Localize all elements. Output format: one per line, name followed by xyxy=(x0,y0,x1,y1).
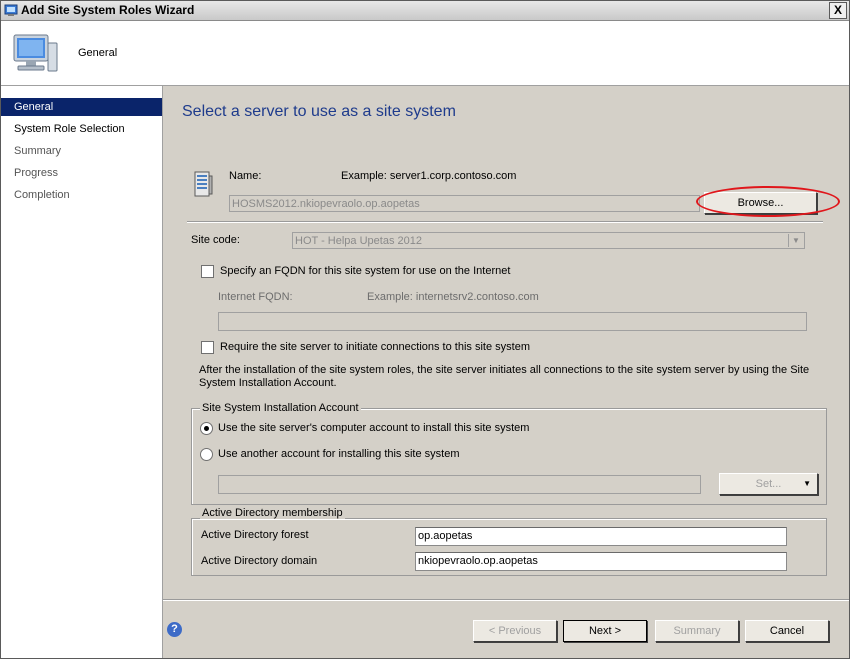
radio-computer-account[interactable] xyxy=(200,422,213,435)
account-field[interactable] xyxy=(218,475,701,494)
window-title: Add Site System Roles Wizard xyxy=(21,3,195,17)
header-title: General xyxy=(78,47,118,59)
wizard-step-nav: General System Role Selection Summary Pr… xyxy=(1,86,163,658)
wizard-app-icon xyxy=(4,4,18,16)
site-code-value: HOT - Helpa Upetas 2012 xyxy=(295,235,422,247)
fqdn-checkbox-label[interactable]: Specify an FQDN for this site system for… xyxy=(220,265,510,277)
server-icon xyxy=(194,171,213,197)
radio-computer-account-label[interactable]: Use the site server's computer account t… xyxy=(218,422,529,434)
nav-item-completion[interactable]: Completion xyxy=(1,186,162,204)
nav-item-summary[interactable]: Summary xyxy=(1,142,162,160)
wizard-window: Add Site System Roles Wizard X General G… xyxy=(0,0,850,659)
separator xyxy=(187,221,823,223)
footer-separator xyxy=(163,599,849,601)
nav-item-progress[interactable]: Progress xyxy=(1,164,162,182)
previous-button[interactable]: < Previous xyxy=(473,620,557,642)
title-bar[interactable]: Add Site System Roles Wizard X xyxy=(1,1,849,21)
help-icon[interactable]: ? xyxy=(167,622,182,637)
set-button-label: Set... xyxy=(755,478,782,490)
set-button[interactable]: Set... ▼ xyxy=(719,473,818,495)
wizard-content: Select a server to use as a site system … xyxy=(163,86,849,658)
radio-another-account[interactable] xyxy=(200,448,213,461)
internet-fqdn-field[interactable] xyxy=(218,312,807,331)
page-title: Select a server to use as a site system xyxy=(182,103,456,120)
site-code-label: Site code: xyxy=(191,234,240,246)
internet-fqdn-example: Example: internetsrv2.contoso.com xyxy=(367,291,539,303)
site-code-dropdown[interactable]: HOT - Helpa Upetas 2012 ▼ xyxy=(292,232,805,249)
chevron-down-icon: ▼ xyxy=(803,479,811,488)
internet-fqdn-label: Internet FQDN: xyxy=(218,291,293,303)
install-account-group-title: Site System Installation Account xyxy=(200,402,361,414)
server-name-field[interactable]: HOSMS2012.nkiopevraolo.op.aopetas xyxy=(229,195,700,212)
cancel-button[interactable]: Cancel xyxy=(745,620,829,642)
wizard-header: General xyxy=(1,21,849,86)
chevron-down-icon[interactable]: ▼ xyxy=(788,234,803,247)
ad-domain-label: Active Directory domain xyxy=(201,555,318,567)
ad-membership-group-title: Active Directory membership xyxy=(200,507,345,519)
nav-item-general[interactable]: General xyxy=(1,98,162,116)
close-button[interactable]: X xyxy=(829,2,847,19)
name-example: Example: server1.corp.contoso.com xyxy=(341,170,517,182)
radio-another-account-label[interactable]: Use another account for installing this … xyxy=(218,448,460,460)
summary-button[interactable]: Summary xyxy=(655,620,739,642)
require-connection-label[interactable]: Require the site server to initiate conn… xyxy=(220,341,530,353)
ad-forest-field[interactable]: op.aopetas xyxy=(415,527,787,546)
highlight-ellipse xyxy=(696,186,840,217)
name-label: Name: xyxy=(229,170,262,182)
next-button[interactable]: Next > xyxy=(563,620,647,642)
nav-item-system-role-selection[interactable]: System Role Selection xyxy=(1,120,162,138)
ad-domain-field[interactable]: nkiopevraolo.op.aopetas xyxy=(415,552,787,571)
require-connection-checkbox[interactable] xyxy=(201,341,214,354)
fqdn-checkbox[interactable] xyxy=(201,265,214,278)
info-text: After the installation of the site syste… xyxy=(199,364,810,389)
ad-forest-label: Active Directory forest xyxy=(201,529,309,541)
computer-icon xyxy=(13,34,58,72)
